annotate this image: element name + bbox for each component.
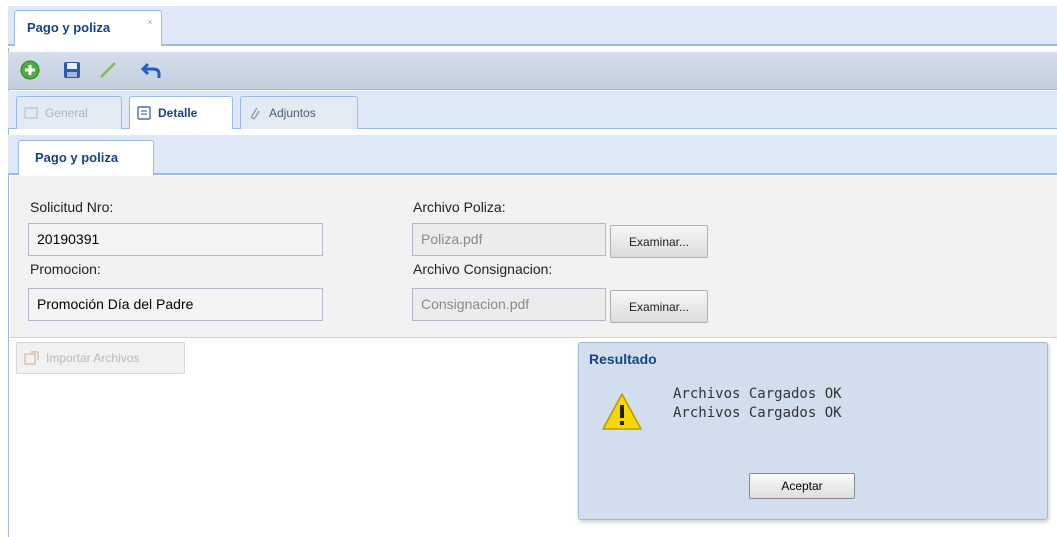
detail-icon — [137, 106, 151, 120]
paperclip-icon — [251, 107, 260, 120]
add-icon — [20, 60, 40, 80]
tab-pago-y-poliza[interactable]: Pago y poliza × — [14, 10, 162, 46]
panel-tab-pago-y-poliza[interactable]: Pago y poliza — [18, 140, 154, 175]
tab-general[interactable]: General — [16, 96, 122, 129]
dialog-message: Archivos Cargados OK Archivos Cargados O… — [673, 385, 842, 423]
import-icon — [24, 351, 39, 365]
general-icon — [24, 107, 38, 119]
accept-button[interactable]: Aceptar — [749, 473, 855, 499]
import-label: Importar Archivos — [46, 351, 140, 365]
dialog-title: Resultado — [589, 351, 657, 367]
browse-poliza-button[interactable]: Examinar... — [610, 225, 708, 258]
import-files-button[interactable]: Importar Archivos — [16, 342, 185, 374]
solicitud-field[interactable]: 20190391 — [28, 223, 323, 256]
result-dialog: Resultado Archivos Cargados OK Archivos … — [578, 342, 1048, 520]
archivo-consignacion-label: Archivo Consignacion: — [413, 261, 553, 277]
tab-label: Adjuntos — [269, 106, 316, 120]
close-icon[interactable]: × — [145, 17, 155, 27]
panel-title: Pago y poliza — [35, 150, 119, 165]
archivo-poliza-field[interactable]: Poliza.pdf — [412, 223, 606, 256]
archivo-consignacion-field[interactable]: Consignacion.pdf — [412, 288, 606, 321]
tab-title: Pago y poliza — [27, 20, 111, 35]
undo-button[interactable] — [140, 58, 164, 82]
browse-consignacion-button[interactable]: Examinar... — [610, 290, 708, 323]
solicitud-label: Solicitud Nro: — [30, 199, 114, 215]
dialog-message-line: Archivos Cargados OK — [673, 405, 842, 421]
promocion-label: Promocion: — [30, 261, 101, 277]
warning-icon — [602, 393, 642, 430]
top-tab-strip — [8, 6, 1057, 46]
tab-label: Detalle — [158, 106, 198, 120]
tab-detalle[interactable]: Detalle — [129, 96, 233, 129]
tab-label: General — [45, 106, 88, 120]
panel-header-strip — [8, 135, 1057, 175]
edit-button[interactable] — [96, 58, 120, 82]
dialog-message-line: Archivos Cargados OK — [673, 386, 842, 402]
detail-tab-strip: General Detalle Adjuntos — [8, 91, 1057, 129]
undo-icon — [141, 62, 161, 78]
promocion-field[interactable]: Promoción Día del Padre — [28, 288, 323, 321]
save-icon — [64, 62, 80, 78]
edit-pencil-icon — [100, 62, 116, 78]
archivo-poliza-label: Archivo Poliza: — [413, 199, 506, 215]
save-button[interactable] — [60, 58, 84, 82]
toolbar — [8, 52, 1057, 90]
add-button[interactable] — [18, 58, 42, 82]
tab-adjuntos[interactable]: Adjuntos — [240, 96, 358, 129]
